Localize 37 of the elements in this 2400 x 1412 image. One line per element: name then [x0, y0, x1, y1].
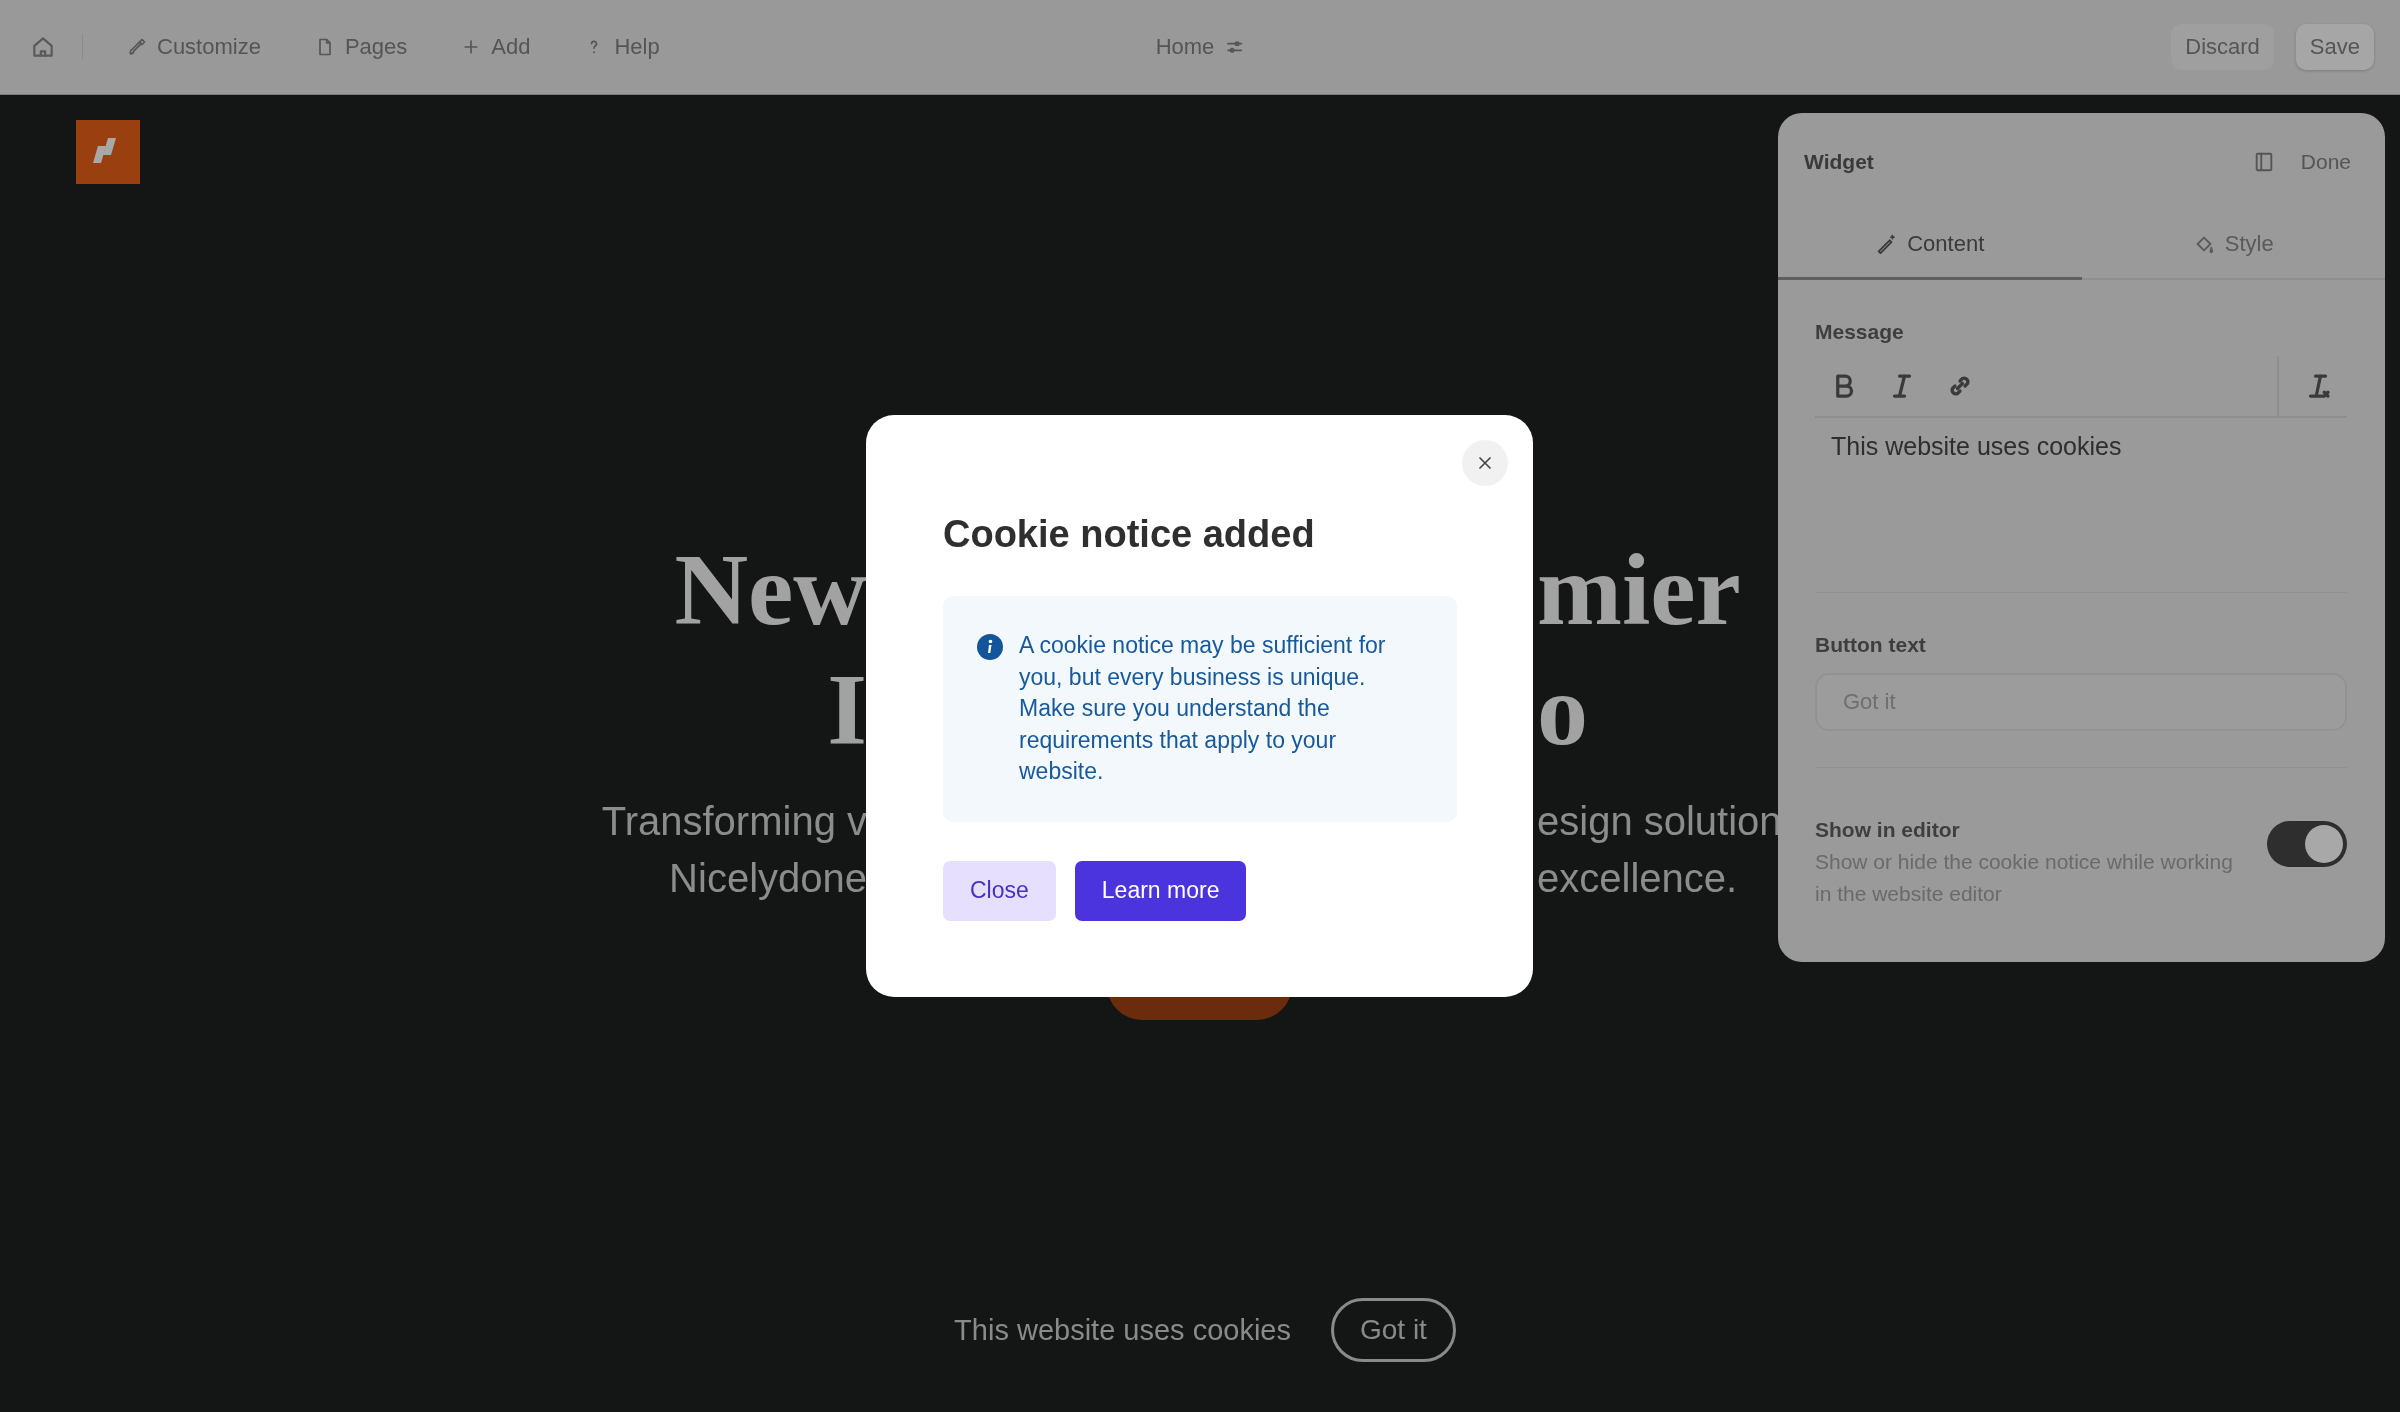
hero-title: o [1537, 653, 1588, 766]
done-button[interactable]: Done [2300, 150, 2351, 174]
toolbar-button[interactable]: Add [451, 26, 541, 68]
dismiss-button[interactable]: Close [943, 860, 1056, 921]
page-selector[interactable]: Home [1149, 33, 1251, 61]
discard-button[interactable]: Discard [2171, 24, 2274, 70]
cookie-message: This website uses cookies [954, 1313, 1291, 1347]
accept-button[interactable]: Got it [1330, 1298, 1456, 1362]
hero-title: mier [1537, 533, 1741, 646]
save-button[interactable]: Save [2295, 24, 2374, 70]
panel-tab[interactable]: Style [2081, 219, 2385, 280]
hero-title: New [674, 533, 867, 646]
info-icon [977, 634, 1003, 660]
panel-tab[interactable]: Content [1778, 219, 2082, 280]
home-icon [30, 34, 56, 60]
field-label: Message [1815, 320, 1905, 344]
message-editor[interactable]: This website uses cookies [1815, 356, 2347, 593]
learn-more-button[interactable]: Learn more [1074, 860, 1247, 921]
hero-subtitle: Nicelydone [669, 856, 867, 900]
hero-subtitle: excellence. [1537, 856, 1738, 900]
toggle-switch[interactable] [2267, 821, 2347, 867]
panel-title: Widget [1804, 150, 1874, 174]
close-button[interactable] [1462, 440, 1508, 486]
dialog-title: Cookie notice added [943, 513, 1316, 556]
hero-title: I [827, 653, 867, 766]
field-label: Button text [1815, 633, 1927, 657]
hero-subtitle: Transforming v [601, 799, 867, 843]
info-text: A cookie notice may be sufficient for you, but every business is unique. Make sure you understand the requirements that apply to your website. [1019, 631, 1387, 786]
toolbar-button[interactable]: Pages [304, 26, 418, 68]
logo-icon [76, 120, 140, 184]
setting-label: Show in editor [1815, 818, 1961, 842]
hero-subtitle: esign solution [1537, 799, 1782, 843]
wand-icon [1875, 233, 1898, 255]
toolbar-button[interactable]: Help [574, 26, 670, 68]
brush-icon [127, 37, 147, 57]
toolbar-button[interactable]: Customize [117, 26, 271, 68]
message-text: This website uses cookies [1830, 431, 2123, 462]
